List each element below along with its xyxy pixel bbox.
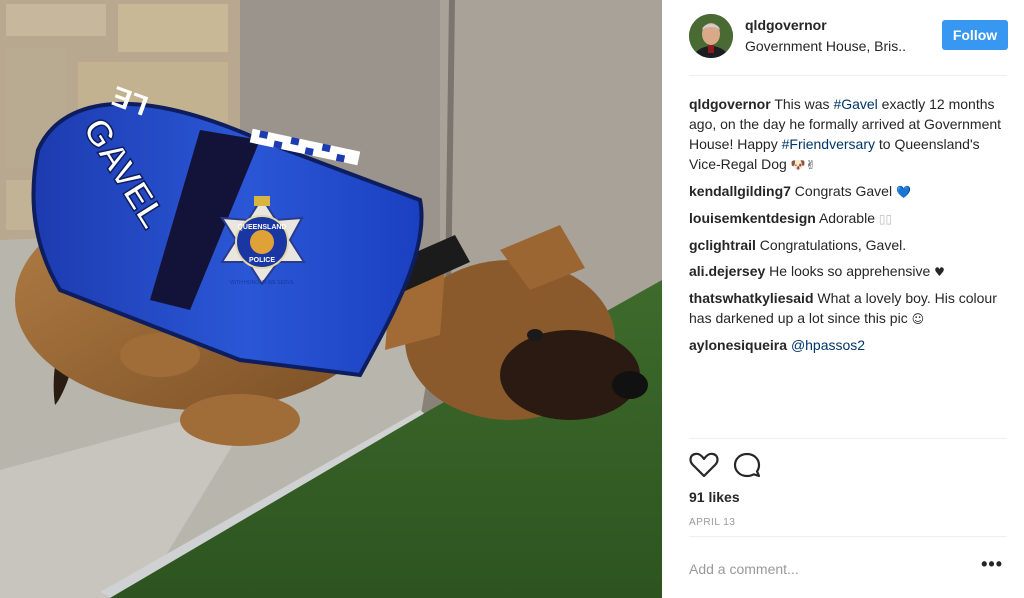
- photo-illustration: GAVEL LE QUEENSLAND POLICE WITH HONOUR W…: [0, 0, 662, 598]
- likes-count[interactable]: 91 likes: [689, 489, 740, 505]
- comment-username[interactable]: kendallgilding7: [689, 183, 791, 199]
- comment-item: ali.dejersey He looks so apprehensive ♥: [689, 261, 1011, 282]
- comment-text: Adorable: [818, 210, 879, 226]
- hashtag-link[interactable]: #Gavel: [833, 96, 877, 112]
- follow-button[interactable]: Follow: [942, 20, 1008, 50]
- post-header: qldgovernor Government House, Bris.. Fol…: [689, 12, 1008, 76]
- avatar[interactable]: [689, 14, 733, 58]
- hashtag-link[interactable]: #Friendversary: [782, 136, 875, 152]
- comments-list: qldgovernor This was #Gavel exactly 12 m…: [689, 94, 1011, 361]
- badge-motto: WITH HONOUR WE SERVE: [230, 280, 295, 286]
- comment-item: louisemkentdesign Adorable ▯▯: [689, 208, 1011, 229]
- heart-icon[interactable]: [689, 451, 719, 479]
- missing-glyph-icon: ▯▯: [878, 212, 893, 226]
- comment-item: gclightrail Congratulations, Gavel.: [689, 235, 1011, 255]
- comment-item: kendallgilding7 Congrats Gavel 💙: [689, 181, 1011, 202]
- caption-username[interactable]: qldgovernor: [689, 96, 771, 112]
- header-username[interactable]: qldgovernor: [745, 17, 827, 33]
- badge-line1: QUEENSLAND: [237, 224, 286, 231]
- comment-item: thatswhatkyliesaid What a lovely boy. Hi…: [689, 288, 1011, 329]
- comment-username[interactable]: thatswhatkyliesaid: [689, 290, 814, 306]
- caption-text-1: This was: [774, 96, 834, 112]
- avatar-photo-icon: [689, 14, 733, 58]
- post-sidebar: qldgovernor Government House, Bris.. Fol…: [662, 0, 1024, 598]
- comment-username[interactable]: gclightrail: [689, 237, 756, 253]
- header-location[interactable]: Government House, Bris..: [745, 38, 906, 54]
- comment-text: He looks so apprehensive: [769, 263, 935, 279]
- post-actions: 91 likes APRIL 13: [689, 438, 1007, 528]
- blue-heart-icon: 💙: [895, 185, 911, 199]
- comment-username[interactable]: ali.dejersey: [689, 263, 765, 279]
- comment-username[interactable]: aylonesiqueira: [689, 337, 787, 353]
- add-comment-input[interactable]: [689, 557, 969, 581]
- badge-line2: POLICE: [249, 257, 275, 264]
- comment-text: Congratulations, Gavel.: [759, 237, 907, 253]
- post-photo[interactable]: GAVEL LE QUEENSLAND POLICE WITH HONOUR W…: [0, 0, 662, 598]
- comment-item: aylonesiqueira @hpassos2: [689, 335, 1011, 355]
- smile-icon: ☺: [911, 312, 925, 326]
- instagram-post: GAVEL LE QUEENSLAND POLICE WITH HONOUR W…: [0, 0, 1024, 598]
- comment-username[interactable]: louisemkentdesign: [689, 210, 816, 226]
- comment-icon[interactable]: [733, 451, 763, 479]
- add-comment-section: •••: [689, 536, 1007, 598]
- comment-text: Congrats Gavel: [794, 183, 896, 199]
- caption-emoji-icon: 🐶✌: [790, 158, 816, 172]
- more-options-icon[interactable]: •••: [981, 555, 1003, 573]
- caption: qldgovernor This was #Gavel exactly 12 m…: [689, 94, 1011, 175]
- mention-link[interactable]: @hpassos2: [791, 337, 865, 353]
- post-date[interactable]: APRIL 13: [689, 517, 735, 528]
- black-heart-icon: ♥: [934, 265, 945, 279]
